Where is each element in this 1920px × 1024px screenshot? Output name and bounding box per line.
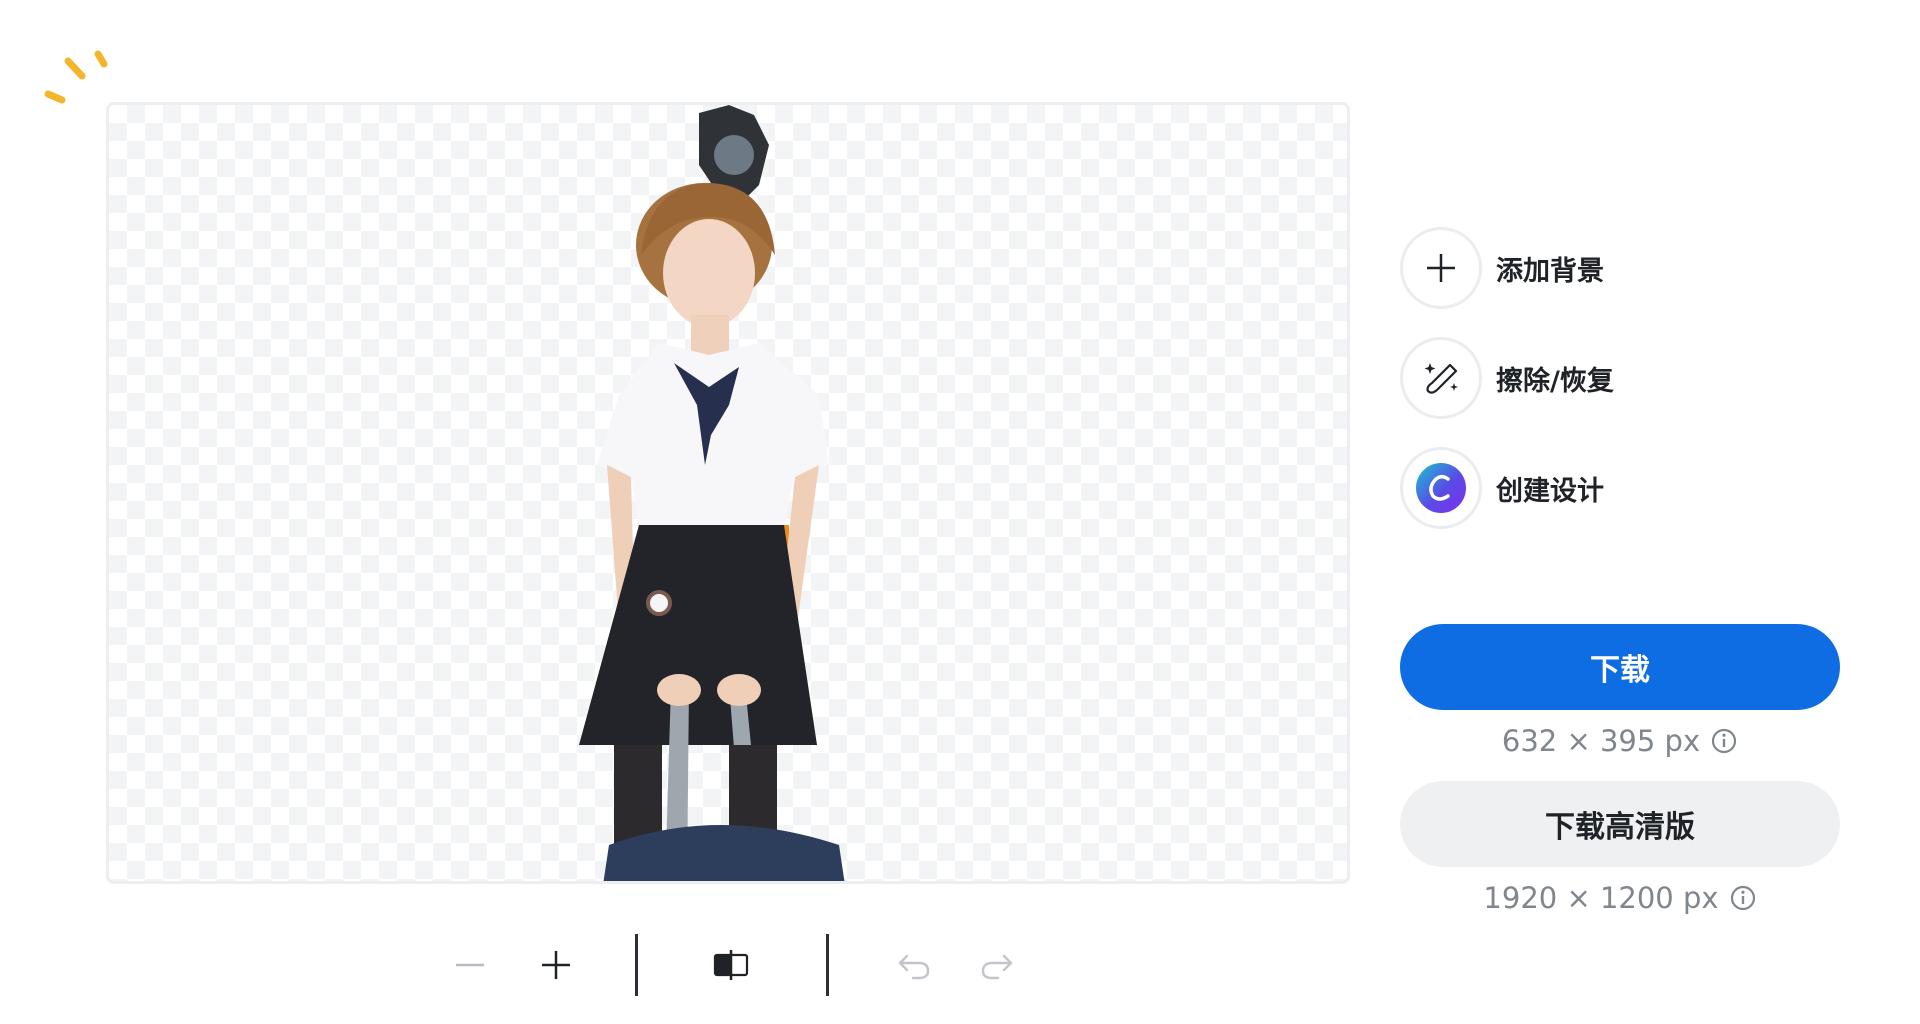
redo-icon	[981, 954, 1013, 980]
download-hd-button[interactable]: 下载高清版	[1400, 781, 1840, 867]
zoom-in-button[interactable]	[528, 930, 584, 1000]
compare-icon	[713, 950, 749, 980]
info-icon[interactable]	[1710, 727, 1738, 755]
redo-button[interactable]	[969, 930, 1025, 1000]
create-design-button[interactable]: 创建设计	[1400, 446, 1604, 530]
add-background-label: 添加背景	[1496, 255, 1604, 287]
download-size-text: 632 × 395 px	[1501, 724, 1701, 758]
download-size-line: 632 × 395 px	[1400, 724, 1840, 758]
erase-restore-circle	[1400, 337, 1482, 419]
magic-brush-icon	[1424, 363, 1458, 394]
download-hd-size-line: 1920 × 1200 px	[1400, 881, 1840, 915]
download-button[interactable]: 下载	[1400, 624, 1840, 710]
cutout-subject-image	[579, 105, 845, 881]
toolbar-divider	[826, 934, 829, 996]
canva-logo-icon	[1416, 463, 1466, 513]
erase-restore-label: 擦除/恢复	[1496, 365, 1614, 397]
plus-icon	[1427, 254, 1455, 282]
toolbar-divider	[635, 934, 638, 996]
compare-button[interactable]	[703, 930, 759, 1000]
plus-icon	[542, 951, 570, 979]
create-design-label: 创建设计	[1496, 475, 1604, 507]
undo-icon	[898, 954, 930, 980]
download-hd-size-text: 1920 × 1200 px	[1483, 881, 1719, 915]
undo-button[interactable]	[886, 930, 942, 1000]
zoom-out-button[interactable]	[442, 930, 498, 1000]
image-canvas[interactable]	[106, 102, 1350, 884]
add-background-circle	[1400, 227, 1482, 309]
add-background-button[interactable]: 添加背景	[1400, 226, 1604, 310]
minus-icon	[456, 963, 484, 967]
info-icon[interactable]	[1729, 884, 1757, 912]
create-design-circle	[1400, 447, 1482, 529]
erase-restore-button[interactable]: 擦除/恢复	[1400, 336, 1614, 420]
